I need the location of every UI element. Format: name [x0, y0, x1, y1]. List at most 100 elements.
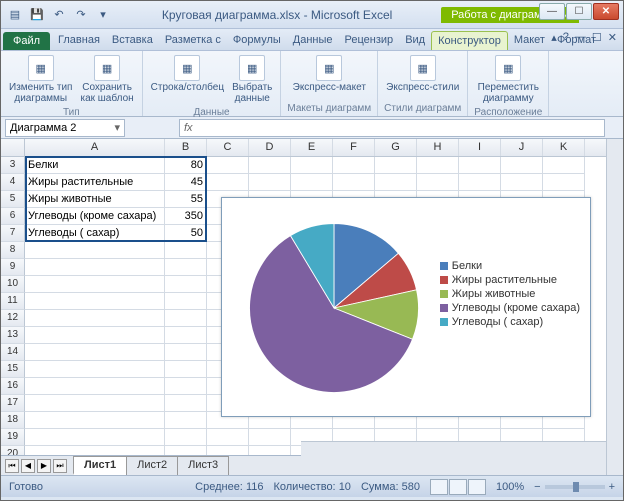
cell[interactable]	[333, 174, 375, 191]
row-header[interactable]: 3	[1, 157, 25, 174]
ribbon-button[interactable]: ▦Экспресс-макет	[291, 53, 368, 95]
sheet-tab[interactable]: Лист2	[126, 456, 178, 475]
ribbon-button[interactable]: ▦Строка/столбец	[149, 53, 226, 106]
cell[interactable]	[375, 174, 417, 191]
legend-item[interactable]: Жиры растительные	[440, 274, 580, 286]
row-header[interactable]: 12	[1, 310, 25, 327]
row-header[interactable]: 13	[1, 327, 25, 344]
row-header[interactable]: 15	[1, 361, 25, 378]
legend-item[interactable]: Жиры животные	[440, 288, 580, 300]
worksheet-grid[interactable]: ABCDEFGHIJK 3Белки804Жиры растительные45…	[1, 139, 623, 455]
zoom-in-button[interactable]: +	[609, 481, 615, 493]
row-header[interactable]: 4	[1, 174, 25, 191]
column-header[interactable]: F	[333, 139, 375, 156]
cell[interactable]	[459, 157, 501, 174]
cell[interactable]	[207, 174, 249, 191]
cell[interactable]	[165, 293, 207, 310]
cell[interactable]: Углеводы ( сахар)	[25, 225, 165, 242]
ribbon-button[interactable]: ▦Выбратьданные	[230, 53, 274, 106]
cell[interactable]	[165, 242, 207, 259]
sheet-tab[interactable]: Лист1	[73, 456, 127, 475]
name-box[interactable]: Диаграмма 2 ▾	[5, 119, 125, 137]
cell[interactable]	[501, 157, 543, 174]
cell[interactable]	[25, 276, 165, 293]
cell[interactable]	[249, 429, 291, 446]
excel-icon[interactable]: ▤	[5, 5, 25, 25]
column-header[interactable]: K	[543, 139, 585, 156]
cell[interactable]	[291, 174, 333, 191]
column-header[interactable]: B	[165, 139, 207, 156]
ribbon-button[interactable]: ▦Изменить типдиаграммы	[7, 53, 74, 106]
minimize-ribbon-icon[interactable]: ▴	[551, 31, 557, 44]
cell[interactable]: Жиры растительные	[25, 174, 165, 191]
cell[interactable]	[25, 327, 165, 344]
row-header[interactable]: 8	[1, 242, 25, 259]
legend-item[interactable]: Белки	[440, 260, 580, 272]
minimize-button[interactable]: —	[539, 3, 565, 20]
row-header[interactable]: 19	[1, 429, 25, 446]
sheet-nav-next-icon[interactable]: ▶	[37, 459, 51, 473]
row-header[interactable]: 7	[1, 225, 25, 242]
cell[interactable]	[25, 378, 165, 395]
ribbon-tab-3[interactable]: Формулы	[227, 31, 287, 50]
embedded-chart[interactable]: Белки Жиры растительные Жиры животные Углев…	[221, 197, 591, 417]
column-header[interactable]: G	[375, 139, 417, 156]
cell[interactable]	[25, 242, 165, 259]
row-header[interactable]: 11	[1, 293, 25, 310]
redo-icon[interactable]: ↷	[71, 5, 91, 25]
cell[interactable]	[25, 395, 165, 412]
cell[interactable]	[459, 174, 501, 191]
zoom-percent[interactable]: 100%	[496, 481, 524, 493]
doc-restore-icon[interactable]: ☐	[592, 31, 602, 44]
cell[interactable]	[25, 310, 165, 327]
maximize-button[interactable]: ☐	[566, 3, 592, 20]
cell[interactable]	[165, 276, 207, 293]
cell[interactable]	[291, 157, 333, 174]
row-header[interactable]: 6	[1, 208, 25, 225]
cell[interactable]	[165, 259, 207, 276]
ribbon-tab-8[interactable]: Макет	[508, 31, 551, 50]
view-normal-icon[interactable]	[430, 479, 448, 495]
doc-min-icon[interactable]: —	[575, 31, 586, 44]
cell[interactable]	[333, 157, 375, 174]
ribbon-tab-4[interactable]: Данные	[287, 31, 339, 50]
cell[interactable]: Жиры животные	[25, 191, 165, 208]
zoom-out-button[interactable]: −	[534, 481, 540, 493]
column-header[interactable]: A	[25, 139, 165, 156]
fx-icon[interactable]: fx	[184, 122, 193, 134]
column-header[interactable]: H	[417, 139, 459, 156]
sheet-nav-last-icon[interactable]: ⏭	[53, 459, 67, 473]
legend-item[interactable]: Углеводы (кроме сахара)	[440, 302, 580, 314]
cell[interactable]	[375, 157, 417, 174]
cell[interactable]	[165, 429, 207, 446]
row-header[interactable]: 20	[1, 446, 25, 455]
view-layout-icon[interactable]	[449, 479, 467, 495]
cell[interactable]	[25, 344, 165, 361]
help-icon[interactable]: ?	[563, 31, 569, 44]
row-header[interactable]: 10	[1, 276, 25, 293]
cell[interactable]	[165, 361, 207, 378]
cell[interactable]	[165, 446, 207, 455]
row-header[interactable]: 17	[1, 395, 25, 412]
column-header[interactable]: C	[207, 139, 249, 156]
column-header[interactable]: I	[459, 139, 501, 156]
cell[interactable]	[165, 378, 207, 395]
undo-icon[interactable]: ↶	[49, 5, 69, 25]
cell[interactable]	[207, 446, 249, 455]
cell[interactable]: 45	[165, 174, 207, 191]
ribbon-tab-1[interactable]: Вставка	[106, 31, 159, 50]
cell[interactable]	[417, 157, 459, 174]
sheet-tab[interactable]: Лист3	[177, 456, 229, 475]
cell[interactable]	[417, 174, 459, 191]
file-tab[interactable]: Файл	[3, 32, 50, 50]
cell[interactable]	[207, 429, 249, 446]
cell[interactable]	[25, 259, 165, 276]
cell[interactable]	[25, 293, 165, 310]
cell[interactable]	[165, 327, 207, 344]
save-icon[interactable]: 💾	[27, 5, 47, 25]
cell[interactable]: Белки	[25, 157, 165, 174]
cell[interactable]: Углеводы (кроме сахара)	[25, 208, 165, 225]
cell[interactable]	[249, 174, 291, 191]
cell[interactable]	[207, 157, 249, 174]
ribbon-button[interactable]: ▦Экспресс-стили	[384, 53, 461, 95]
